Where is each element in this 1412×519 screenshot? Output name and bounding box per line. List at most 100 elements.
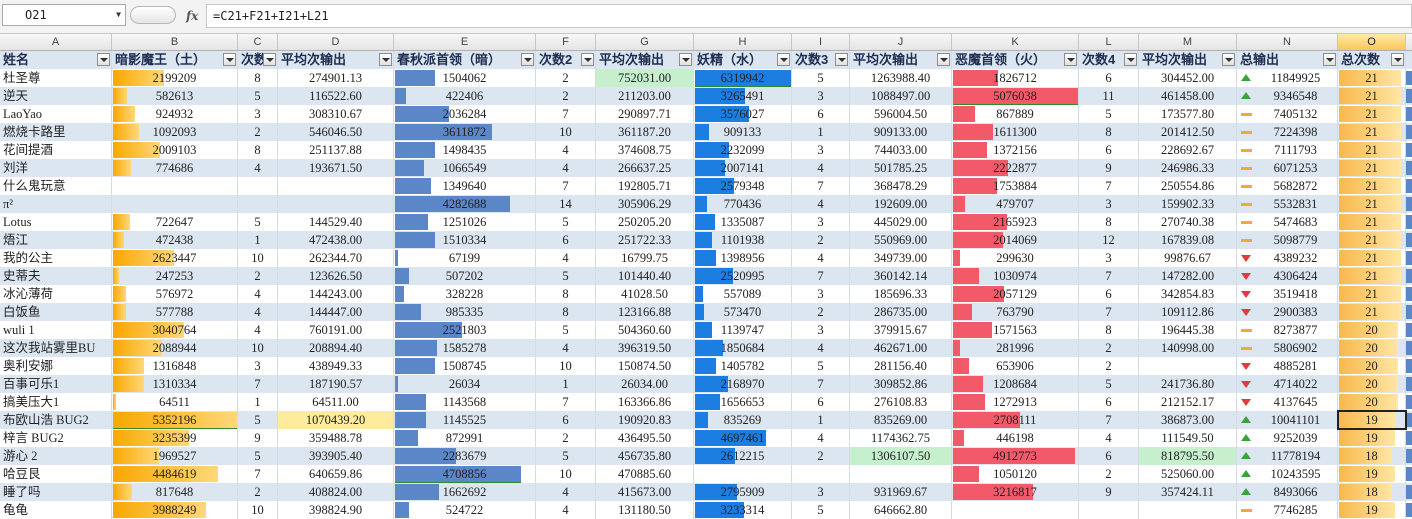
formula-input[interactable]: =C21+F21+I21+L21 (206, 4, 1412, 28)
cell-i[interactable]: 3 (792, 285, 850, 303)
cell-m[interactable]: 461458.00 (1139, 87, 1237, 105)
cell-k[interactable]: 2165923 (952, 213, 1079, 231)
filter-dropdown-icon[interactable] (1222, 53, 1235, 66)
cell-d[interactable] (278, 177, 394, 195)
header-cell[interactable]: 平均次输出 (850, 51, 952, 69)
cell-c[interactable]: 2 (238, 123, 278, 141)
cell-d[interactable]: 274901.13 (278, 69, 394, 87)
cell-c[interactable]: 10 (238, 339, 278, 357)
cell-a[interactable]: 游心 2 (0, 447, 112, 465)
cell-h[interactable]: 1405782 (694, 357, 792, 375)
column-header-g[interactable]: G (596, 34, 694, 50)
column-header-d[interactable]: D (278, 34, 394, 50)
cell-i[interactable]: 7 (792, 375, 850, 393)
column-header-a[interactable]: A (0, 34, 112, 50)
cell-e[interactable]: 4708856 (394, 465, 536, 483)
cell-d[interactable]: 438949.33 (278, 357, 394, 375)
cell-l[interactable]: 7 (1079, 411, 1139, 429)
cell-g[interactable]: 374608.75 (596, 141, 694, 159)
column-header-i[interactable]: I (792, 34, 850, 50)
cell-c[interactable] (238, 177, 278, 195)
cell-n[interactable]: 9346548 (1237, 87, 1338, 105)
cell-j[interactable]: 349739.00 (850, 249, 952, 267)
cell-c[interactable]: 5 (238, 213, 278, 231)
cell-i[interactable]: 3 (792, 87, 850, 105)
cell-d[interactable]: 208894.40 (278, 339, 394, 357)
cell-m[interactable]: 246986.33 (1139, 159, 1237, 177)
cell-o[interactable]: 21 (1338, 123, 1406, 141)
cell-m[interactable]: 147282.00 (1139, 267, 1237, 285)
cell-c[interactable]: 2 (238, 267, 278, 285)
cell-k[interactable]: 2057129 (952, 285, 1079, 303)
cell-a[interactable]: 哈豆艮 (0, 465, 112, 483)
cell-f[interactable]: 7 (536, 177, 596, 195)
cell-k[interactable]: 3216817 (952, 483, 1079, 501)
cell-f[interactable]: 6 (536, 411, 596, 429)
cell-j[interactable]: 309852.86 (850, 375, 952, 393)
cell-m[interactable]: 357424.11 (1139, 483, 1237, 501)
cell-h[interactable]: 1656653 (694, 393, 792, 411)
column-header-m[interactable]: M (1139, 34, 1237, 50)
cell-i[interactable]: 1 (792, 411, 850, 429)
cell-e[interactable]: 2036284 (394, 105, 536, 123)
cell-n[interactable]: 7224398 (1237, 123, 1338, 141)
cell-f[interactable]: 14 (536, 195, 596, 213)
cell-o[interactable]: 20 (1338, 321, 1406, 339)
cell-e[interactable]: 1143568 (394, 393, 536, 411)
cell-l[interactable]: 9 (1079, 159, 1139, 177)
cell-j[interactable]: 192609.00 (850, 195, 952, 213)
cell-i[interactable]: 2 (792, 447, 850, 465)
cell-b[interactable]: 2009103 (112, 141, 238, 159)
cell-o[interactable]: 21 (1338, 267, 1406, 285)
cell-k[interactable]: 2222877 (952, 159, 1079, 177)
cell-h[interactable]: 1335087 (694, 213, 792, 231)
cell-l[interactable]: 6 (1079, 285, 1139, 303)
cell-a[interactable]: 刘洋 (0, 159, 112, 177)
cell-m[interactable]: 386873.00 (1139, 411, 1237, 429)
cell-j[interactable]: 550969.00 (850, 231, 952, 249)
cell-c[interactable]: 4 (238, 285, 278, 303)
cell-d[interactable] (278, 195, 394, 213)
cell-a[interactable]: π² (0, 195, 112, 213)
cell-g[interactable]: 192805.71 (596, 177, 694, 195)
cell-j[interactable]: 462671.00 (850, 339, 952, 357)
cell-n[interactable]: 5532831 (1237, 195, 1338, 213)
cell-a[interactable]: 睡了吗 (0, 483, 112, 501)
cell-i[interactable]: 4 (792, 195, 850, 213)
cell-f[interactable]: 10 (536, 123, 596, 141)
cell-h[interactable]: 2007141 (694, 159, 792, 177)
filter-dropdown-icon[interactable] (1391, 53, 1404, 66)
cell-n[interactable]: 4885281 (1237, 357, 1338, 375)
cell-a[interactable]: 逆天 (0, 87, 112, 105)
cell-o[interactable]: 21 (1338, 303, 1406, 321)
cell-a[interactable]: 这次我站雾里BU (0, 339, 112, 357)
cell-b[interactable]: 1969527 (112, 447, 238, 465)
header-cell[interactable]: 平均次输出 (596, 51, 694, 69)
cell-f[interactable]: 2 (536, 87, 596, 105)
cell-k[interactable]: 1050120 (952, 465, 1079, 483)
cell-l[interactable]: 2 (1079, 465, 1139, 483)
cell-j[interactable]: 501785.25 (850, 159, 952, 177)
cell-d[interactable]: 308310.67 (278, 105, 394, 123)
cell-f[interactable]: 7 (536, 393, 596, 411)
column-header-h[interactable]: H (694, 34, 792, 50)
cell-g[interactable]: 396319.50 (596, 339, 694, 357)
cell-a[interactable]: 冰沁薄荷 (0, 285, 112, 303)
cell-e[interactable]: 1349640 (394, 177, 536, 195)
cell-b[interactable]: 3040764 (112, 321, 238, 339)
cell-m[interactable]: 201412.50 (1139, 123, 1237, 141)
cell-e[interactable]: 2283679 (394, 447, 536, 465)
filter-dropdown-icon[interactable] (1323, 53, 1336, 66)
cell-a[interactable]: Lotus (0, 213, 112, 231)
formula-expand-button[interactable] (130, 6, 176, 24)
cell-a[interactable]: 花间提酒 (0, 141, 112, 159)
cell-g[interactable]: 16799.75 (596, 249, 694, 267)
cell-a[interactable]: wuli 1 (0, 321, 112, 339)
cell-f[interactable]: 5 (536, 321, 596, 339)
name-box[interactable]: O21 ▼ (2, 4, 126, 26)
cell-j[interactable]: 931969.67 (850, 483, 952, 501)
cell-i[interactable] (792, 465, 850, 483)
cell-m[interactable]: 342854.83 (1139, 285, 1237, 303)
cell-j[interactable]: 360142.14 (850, 267, 952, 285)
cell-f[interactable]: 2 (536, 429, 596, 447)
